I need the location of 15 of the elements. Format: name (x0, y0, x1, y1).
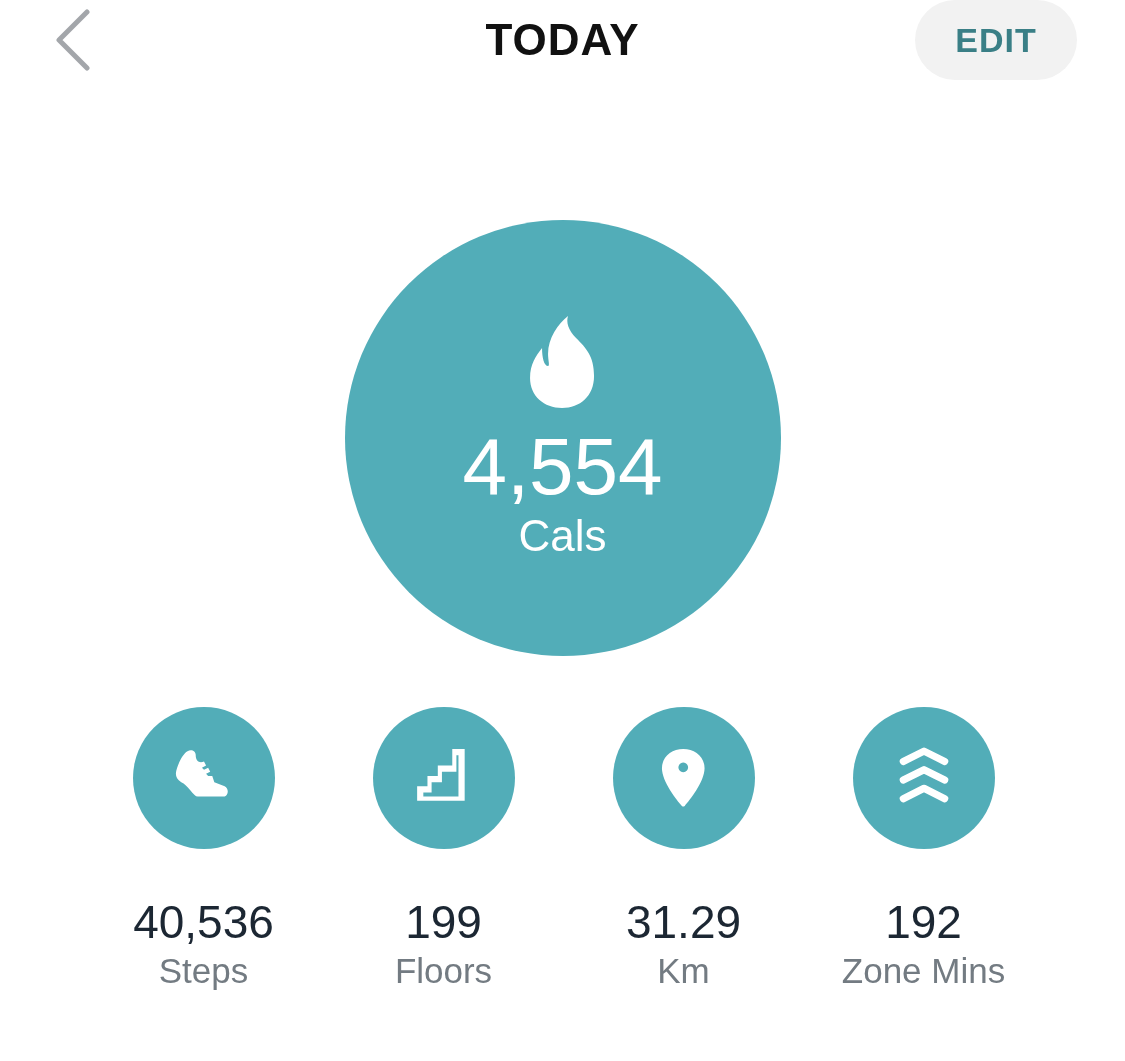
page-title: TODAY (485, 15, 640, 65)
calories-value: 4,554 (462, 422, 663, 512)
stat-value: 40,536 (133, 895, 274, 949)
back-icon[interactable] (55, 9, 91, 71)
flame-icon (528, 316, 597, 408)
stat-label: Km (657, 950, 710, 992)
calories-label: Cals (518, 512, 607, 560)
stat-value: 31.29 (625, 895, 742, 949)
stat-value: 192 (885, 895, 962, 949)
stat-label: Zone Mins (841, 950, 1006, 992)
edit-button[interactable]: EDIT (915, 0, 1077, 80)
stat-label: Floors (394, 950, 493, 992)
stat-label: Steps (158, 950, 249, 992)
map-pin-icon (660, 747, 707, 809)
stat-value: 199 (405, 895, 482, 949)
